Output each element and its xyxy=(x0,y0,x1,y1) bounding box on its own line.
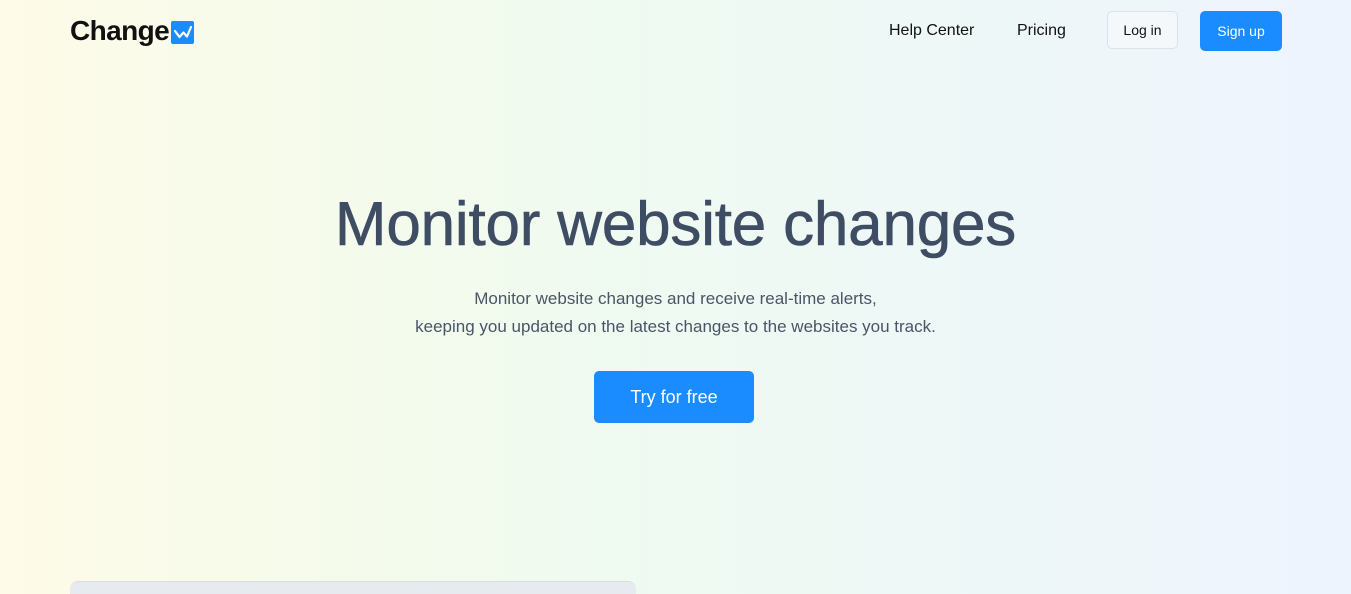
hero-title: Monitor website changes xyxy=(334,190,1017,260)
login-button[interactable]: Log in xyxy=(1107,11,1178,49)
logo[interactable]: Change xyxy=(70,14,195,48)
nav-help-center[interactable]: Help Center xyxy=(889,20,974,42)
site-header: Change Help Center Pricing Log in Sign u… xyxy=(0,0,1351,62)
product-preview-panel xyxy=(70,581,636,594)
hero-subtitle-line-2: keeping you updated on the latest change… xyxy=(415,317,936,336)
hero-subtitle: Monitor website changes and receive real… xyxy=(0,285,1351,341)
nav-pricing[interactable]: Pricing xyxy=(1017,20,1066,42)
signup-button[interactable]: Sign up xyxy=(1200,11,1282,51)
hero-subtitle-line-1: Monitor website changes and receive real… xyxy=(474,289,877,308)
logo-text: Change xyxy=(70,15,170,46)
chart-trend-icon xyxy=(171,21,195,44)
try-for-free-button[interactable]: Try for free xyxy=(594,371,754,423)
